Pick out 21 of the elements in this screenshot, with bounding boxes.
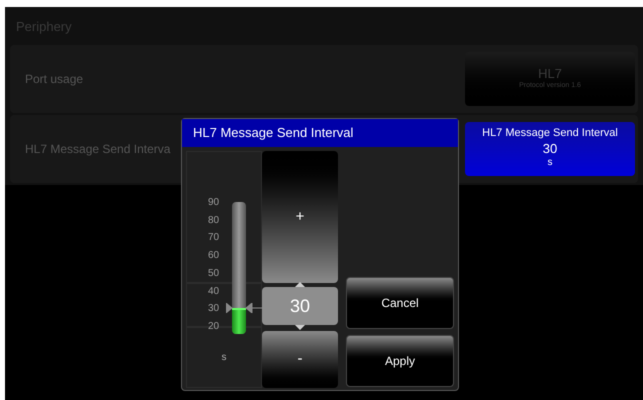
- dialog-title: HL7 Message Send Interval: [182, 119, 458, 147]
- value-display: 30: [262, 287, 338, 325]
- setting-button[interactable]: HL7 Message Send Interval 30 s: [465, 122, 635, 176]
- scale-tick: 50: [208, 268, 220, 280]
- setting-label: HL7 Message Send Interva: [25, 140, 170, 158]
- dialog-button[interactable]: Cancel: [346, 277, 454, 329]
- scale-tick: 60: [208, 250, 220, 262]
- decrement-button[interactable]: -: [262, 331, 338, 388]
- increment-button[interactable]: +: [262, 151, 338, 283]
- down-arrow-icon: [295, 325, 305, 330]
- scale-tick: 20: [208, 320, 220, 333]
- setting-label: Port usage: [25, 70, 84, 88]
- scale-tick: 30: [208, 303, 220, 316]
- level-marker-icon: [226, 302, 262, 313]
- up-arrow-icon: [295, 282, 305, 287]
- scale-tick: 70: [208, 232, 220, 244]
- scale-tick: 80: [208, 214, 220, 227]
- scale-tick: 90: [208, 197, 220, 209]
- scale-tick: 40: [208, 286, 220, 298]
- dialog-button[interactable]: Apply: [346, 335, 454, 387]
- unit-label: s: [222, 351, 226, 365]
